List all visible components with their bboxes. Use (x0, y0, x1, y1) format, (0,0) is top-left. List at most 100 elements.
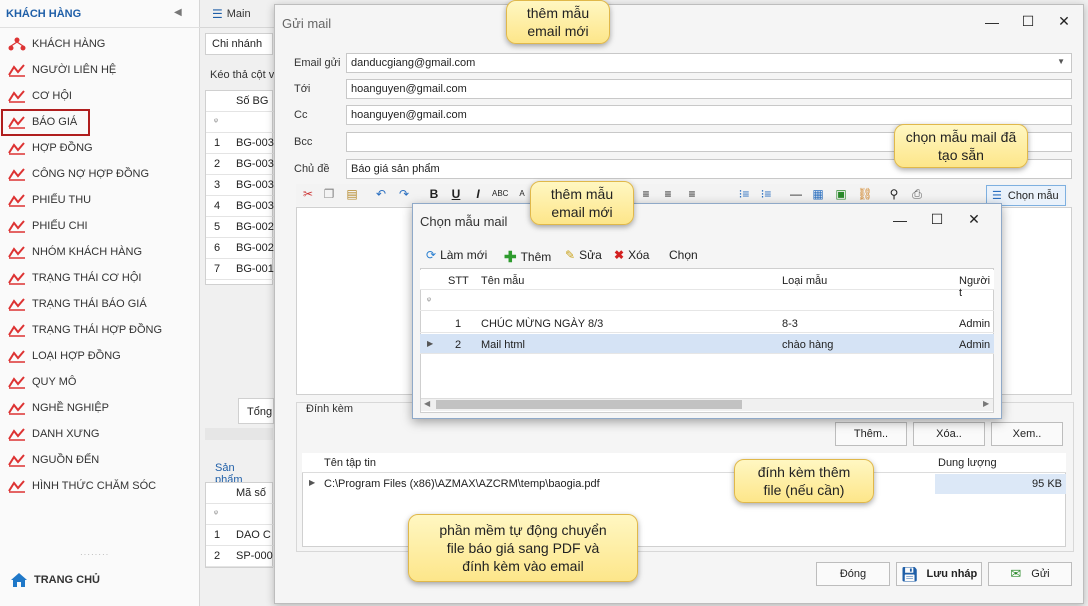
column-header-stt[interactable]: STT (448, 275, 469, 287)
image-icon[interactable]: ▣ (833, 186, 849, 202)
minimize-icon[interactable]: — (984, 14, 1000, 30)
sidebar-footer-home[interactable]: TRANG CHỦ (0, 565, 200, 595)
sidebar-item[interactable]: PHIẾU THU (4, 189, 194, 211)
table-row[interactable]: 2 BG-003 (206, 154, 274, 175)
edit-template-button[interactable]: ✎ Sửa (565, 248, 602, 262)
delete-template-button[interactable]: ✖ Xóa (614, 248, 649, 262)
template-header-row: STT Tên mẫu Loại mẫu Người t (420, 270, 994, 299)
sidebar-item[interactable]: HÌNH THỨC CHĂM SÓC (4, 475, 194, 497)
chart-icon (8, 428, 25, 441)
table-row[interactable]: 1 DAO C (206, 525, 274, 546)
cut-icon[interactable]: ✂ (300, 186, 316, 202)
row-number: 1 (214, 529, 221, 541)
font-color-icon[interactable]: A (514, 186, 530, 202)
sidebar-item[interactable]: CƠ HỘI (4, 85, 194, 107)
column-header-so-bg[interactable]: Số BG (236, 95, 268, 107)
column-header-ma-so[interactable]: Mã số (236, 487, 266, 499)
sidebar-item[interactable]: TRẠNG THÁI BÁO GIÁ (4, 293, 194, 315)
grid-filter-row[interactable]: ᵠ (206, 504, 274, 525)
sidebar-item[interactable]: PHIẾU CHI (4, 215, 194, 237)
tab-branch[interactable]: Chi nhánh (205, 33, 273, 55)
sidebar-item[interactable]: NHÓM KHÁCH HÀNG (4, 241, 194, 263)
sidebar-item[interactable]: NGUỒN ĐẾN (4, 449, 194, 471)
bold-icon[interactable]: B (426, 186, 442, 202)
view-attachment-button[interactable]: Xem.. (991, 422, 1063, 446)
redo-icon[interactable]: ↷ (396, 186, 412, 202)
bullet-list-icon[interactable]: ⁝≡ (736, 186, 752, 202)
maximize-icon[interactable]: ☐ (1020, 13, 1036, 30)
scroll-right-icon[interactable]: ▶ (983, 399, 989, 408)
sidebar-item-label: QUY MÔ (32, 376, 77, 388)
column-header-file-name[interactable]: Tên tập tin (324, 457, 376, 469)
maximize-icon[interactable]: ☐ (929, 211, 945, 228)
sidebar-item[interactable]: QUY MÔ (4, 371, 194, 393)
table-row[interactable]: 5 BG-002 (206, 217, 274, 238)
save-draft-button[interactable]: 💾︎ Lưu nháp (896, 562, 982, 586)
callout-text: thêm mẫu email mới (526, 5, 590, 39)
table-row[interactable]: 1 BG-003 (206, 133, 274, 154)
cc-field[interactable]: hoanguyen@gmail.com (346, 105, 1072, 125)
column-header-size[interactable]: Dung lượng (938, 457, 997, 469)
to-field[interactable]: hoanguyen@gmail.com (346, 79, 1072, 99)
tab-main[interactable]: ☰ Main (212, 5, 251, 23)
minimize-icon[interactable]: — (892, 212, 908, 228)
table-row[interactable]: 2 SP-000 (206, 546, 274, 567)
tab-products[interactable]: Sản phẩm (205, 456, 273, 486)
sidebar-item-label: TRẠNG THÁI BÁO GIÁ (32, 298, 147, 310)
strikethrough-icon[interactable]: ABC (492, 186, 508, 202)
sidebar-item[interactable]: KHÁCH HÀNG (4, 33, 194, 55)
scroll-left-icon[interactable]: ◀ (424, 399, 430, 408)
refresh-button[interactable]: ⟳ Làm mới (426, 248, 487, 262)
template-row[interactable]: 1 CHÚC MỪNG NGÀY 8/3 8-3 Admin (420, 313, 994, 333)
sidebar-item[interactable]: TRẠNG THÁI HỢP ĐỒNG (4, 319, 194, 341)
template-filter-row[interactable]: ᵠ (420, 291, 994, 311)
table-row[interactable]: 7 BG-001 (206, 259, 274, 280)
from-select[interactable]: danducgiang@gmail.com ▼ (346, 53, 1072, 73)
grid-filter-row[interactable]: ᵠ (206, 112, 274, 133)
scrollbar-thumb[interactable] (436, 400, 742, 409)
table-row[interactable]: 6 BG-002 (206, 238, 274, 259)
close-icon[interactable]: ✕ (1056, 13, 1072, 30)
sidebar-item[interactable]: HỢP ĐỒNG (4, 137, 194, 159)
sidebar-item[interactable]: DANH XƯNG (4, 423, 194, 445)
send-button[interactable]: ✉ Gửi (988, 562, 1072, 586)
numbered-list-icon[interactable]: ⁝≡ (758, 186, 774, 202)
dropdown-arrow-icon[interactable]: ▼ (1057, 57, 1065, 66)
undo-icon[interactable]: ↶ (373, 186, 389, 202)
quote-number: BG-003 (236, 200, 274, 212)
template-row[interactable]: ▶ 2 Mail html chào hàng Admin (420, 334, 994, 354)
add-attachment-button[interactable]: Thêm.. (835, 422, 907, 446)
close-icon[interactable]: ✕ (966, 211, 982, 228)
chart-icon (8, 220, 25, 233)
justify-icon[interactable]: ≡ (684, 186, 700, 202)
horizontal-line-icon[interactable]: — (788, 186, 804, 202)
remove-attachment-button[interactable]: Xóa.. (913, 422, 985, 446)
align-right-icon[interactable]: ≡ (660, 186, 676, 202)
add-template-button[interactable]: ✚ Thêm (504, 248, 551, 266)
column-header-template-type[interactable]: Loại mẫu (782, 275, 827, 287)
splitter-grip[interactable]: ········ (80, 550, 110, 559)
chart-icon (8, 480, 25, 493)
table-row[interactable]: 4 BG-003 (206, 196, 274, 217)
align-center-icon[interactable]: ≡ (638, 186, 654, 202)
sidebar-item[interactable]: TRẠNG THÁI CƠ HỘI (4, 267, 194, 289)
sidebar-item[interactable]: NGHỀ NGHIỆP (4, 397, 194, 419)
underline-icon[interactable]: U (448, 186, 464, 202)
choose-button[interactable]: Chọn (669, 248, 698, 262)
close-button[interactable]: Đóng (816, 562, 890, 586)
find-icon[interactable]: ⚲ (886, 186, 902, 202)
link-icon[interactable]: ⛓ (857, 186, 873, 202)
collapse-arrow-icon[interactable]: ◀ (174, 7, 182, 18)
paste-icon[interactable]: ▤ (344, 186, 360, 202)
table-row[interactable]: 3 BG-003 (206, 175, 274, 196)
copy-icon[interactable]: ❐ (321, 186, 337, 202)
print-icon[interactable]: ⎙ (909, 186, 925, 202)
sidebar-item[interactable]: NGƯỜI LIÊN HỆ (4, 59, 194, 81)
sidebar-item[interactable]: CÔNG NỢ HỢP ĐỒNG (4, 163, 194, 185)
table-icon[interactable]: ▦ (810, 186, 826, 202)
sidebar-item[interactable]: LOẠI HỢP ĐỒNG (4, 345, 194, 367)
italic-icon[interactable]: I (470, 186, 486, 202)
horizontal-scrollbar[interactable] (205, 428, 273, 440)
list-icon: ☰ (992, 190, 1002, 202)
column-header-template-name[interactable]: Tên mẫu (481, 275, 524, 287)
